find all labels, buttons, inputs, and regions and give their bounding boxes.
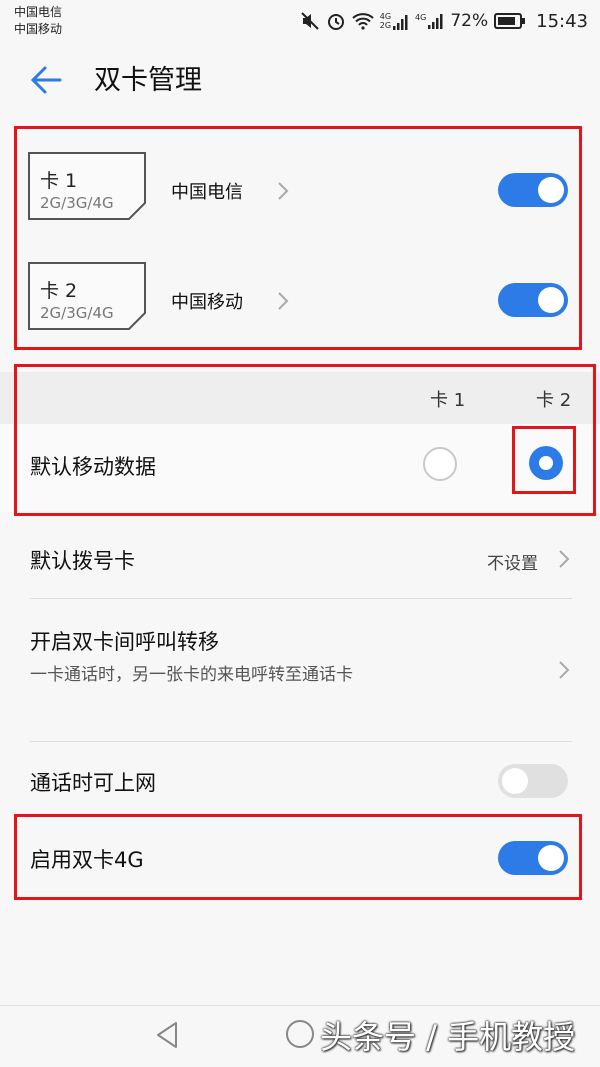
mute-icon <box>300 11 320 31</box>
carrier1-label: 中国电信 <box>14 5 63 19</box>
data-during-call-label: 通话时可上网 <box>30 771 156 795</box>
signal2-icon: 4G <box>415 13 444 29</box>
call-forward-description: 一卡通话时，另一张卡的来电呼转至通话卡 <box>30 665 353 685</box>
divider <box>30 741 572 742</box>
dual-4g-highlight-box <box>14 814 582 900</box>
nav-home-icon[interactable] <box>286 1020 314 1048</box>
signal1-icon: 4G 2G <box>380 12 409 30</box>
call-forward-chevron-icon[interactable] <box>557 659 571 681</box>
net-type-2: 4G <box>415 13 427 22</box>
status-bar: 中国电信 中国移动 4G 2G 4G 72% 15:43 <box>0 0 600 44</box>
sim-highlight-box <box>14 126 582 350</box>
data-during-call-toggle[interactable] <box>498 764 568 798</box>
carrier2-label: 中国移动 <box>14 22 63 36</box>
wifi-icon <box>352 12 374 30</box>
alarm-icon <box>326 11 346 31</box>
default-dial-chevron-icon[interactable] <box>557 548 571 570</box>
watermark-text: 头条号 / 手机教授 <box>320 1018 576 1056</box>
data-highlight-box <box>14 364 596 516</box>
default-dial-value[interactable]: 不设置 <box>487 549 538 574</box>
battery-percent: 72% <box>450 11 489 31</box>
call-forward-label[interactable]: 开启双卡间呼叫转移 <box>30 626 219 656</box>
default-dial-label[interactable]: 默认拨号卡 <box>30 545 135 575</box>
battery-icon <box>494 12 526 30</box>
toggle-knob <box>502 768 528 794</box>
status-icons: 4G 2G 4G 72% 15:43 <box>300 9 588 33</box>
net-type-bottom: 2G <box>379 21 392 30</box>
clock: 15:43 <box>536 10 588 32</box>
divider <box>30 598 572 599</box>
nav-back-icon[interactable] <box>150 1018 184 1052</box>
sim2-radio-highlight-box <box>512 426 576 494</box>
page-title: 双卡管理 <box>94 65 202 96</box>
net-type-top: 4G <box>379 12 392 21</box>
back-arrow-icon[interactable] <box>28 62 64 98</box>
